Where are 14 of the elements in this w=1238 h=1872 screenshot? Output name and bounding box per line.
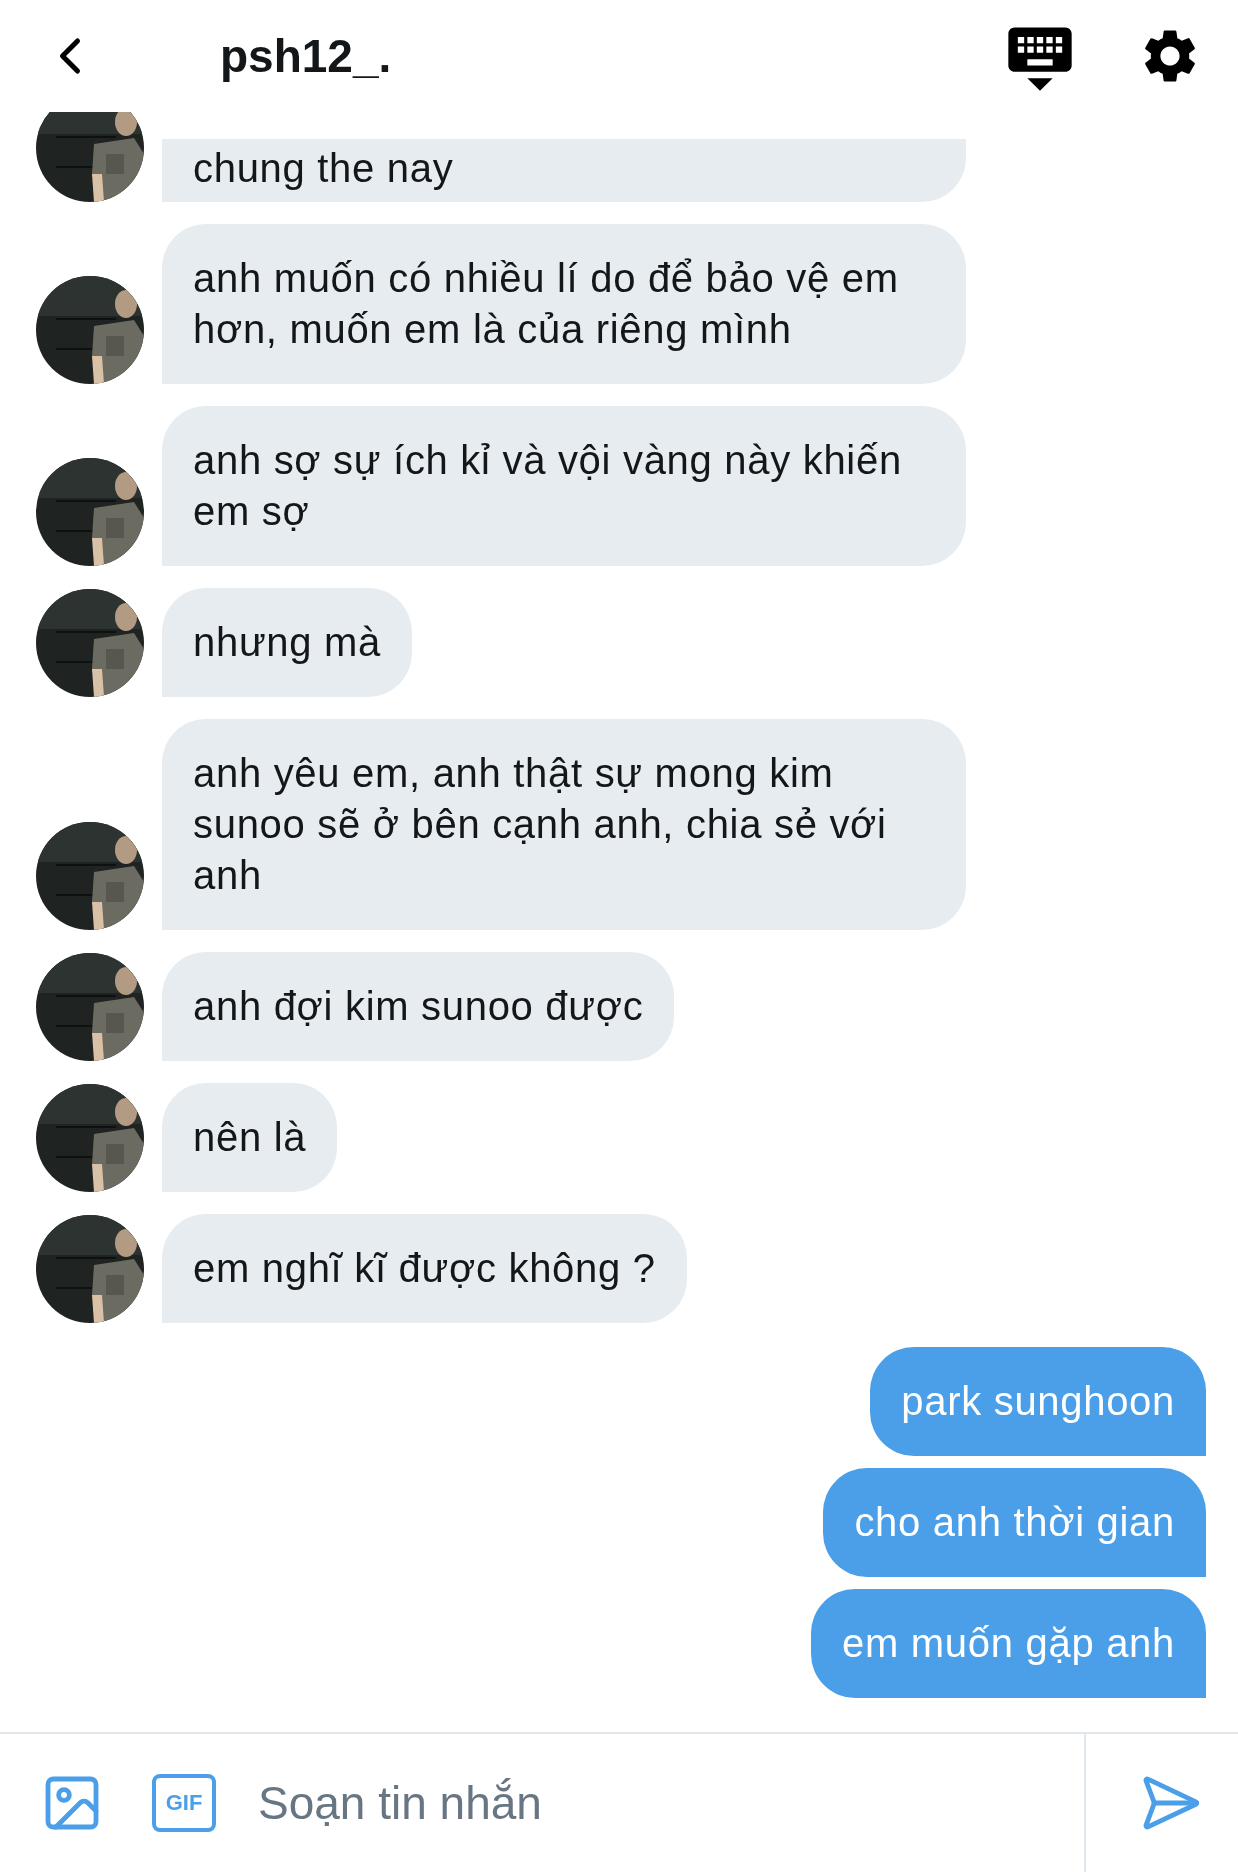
conversation-title: psh12_. bbox=[220, 29, 393, 83]
message-bubble: park sunghoon bbox=[870, 1347, 1206, 1456]
message-bubble: em nghĩ kĩ được không ? bbox=[162, 1214, 687, 1323]
message-bubble: anh muốn có nhiều lí do để bảo vệ em hơn, muốn em là của riêng mình bbox=[162, 224, 966, 384]
message-bubble: nhưng mà bbox=[162, 588, 413, 697]
message-bubble: em muốn gặp anh bbox=[811, 1589, 1206, 1698]
gif-button[interactable]: GIF bbox=[152, 1774, 216, 1832]
message-bubble: nên là bbox=[162, 1083, 338, 1192]
message-input[interactable]: Soạn tin nhắn bbox=[256, 1733, 1086, 1872]
message-bubble: anh đợi kim sunoo được bbox=[162, 952, 675, 1061]
message-bubble: anh sợ sự ích kỉ và vội vàng này khiến em sợ bbox=[162, 406, 966, 566]
message-bubble: cho anh thời gian bbox=[823, 1468, 1206, 1577]
message-bubble: anh yêu em, anh thật sự mong kim sunoo sẽ ở bên cạnh anh, chia sẻ với anh bbox=[162, 719, 966, 930]
message-bubble: chung the nay bbox=[162, 139, 966, 202]
